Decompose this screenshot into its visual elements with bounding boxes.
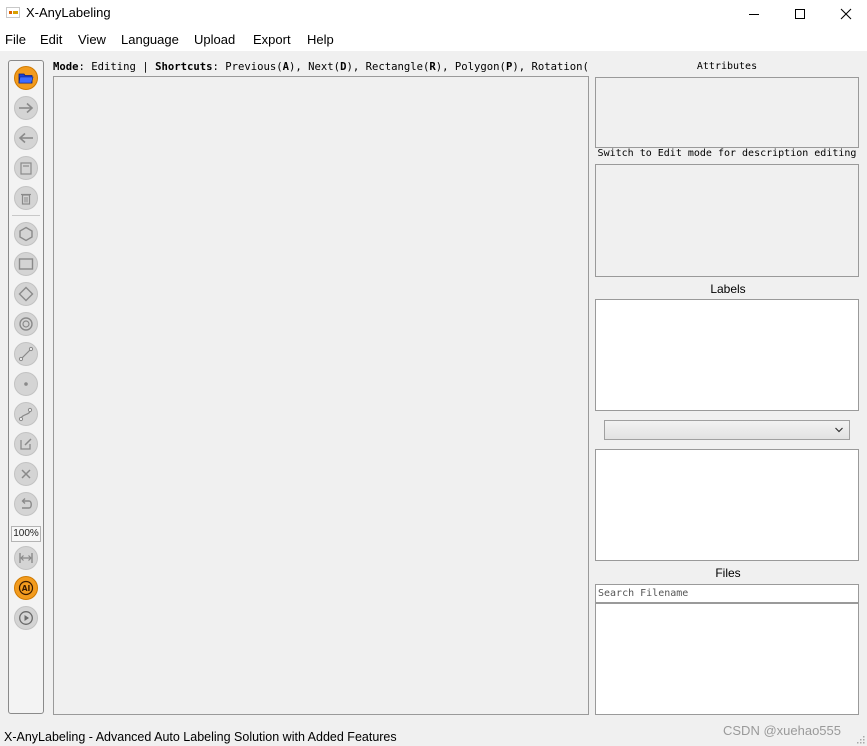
shortcut-text: ), Rotation( xyxy=(512,61,589,73)
save-icon xyxy=(20,161,32,175)
mode-value: : Editing | xyxy=(78,61,156,73)
menu-file[interactable]: File xyxy=(5,32,26,47)
window-title: X-AnyLabeling xyxy=(26,5,111,20)
auto-labeling-button[interactable]: AI xyxy=(14,576,38,600)
open-button[interactable] xyxy=(14,66,38,90)
next-image-button[interactable] xyxy=(14,96,38,120)
shortcut-text: ), Polygon( xyxy=(435,61,506,73)
linestrip-button[interactable] xyxy=(14,402,38,426)
chevron-down-icon xyxy=(835,427,843,433)
files-title: Files xyxy=(715,566,741,580)
menu-export[interactable]: Export xyxy=(253,32,291,47)
polygon-icon xyxy=(19,226,33,242)
linestrip-icon xyxy=(18,407,33,422)
label-filter-dropdown[interactable] xyxy=(604,420,850,440)
edit-icon xyxy=(20,438,32,450)
shape-list[interactable] xyxy=(595,449,859,561)
mode-status-bar: Mode: Editing | Shortcuts: Previous(A), … xyxy=(53,60,589,76)
maximize-button[interactable] xyxy=(777,0,823,27)
shortcuts-label: Shortcuts xyxy=(155,61,213,73)
watermark-text: CSDN @xuehao555 xyxy=(723,723,841,738)
shortcut-text: ), Rectangle( xyxy=(346,61,430,73)
file-list[interactable] xyxy=(595,603,859,715)
open-icon xyxy=(18,73,34,84)
labels-title: Labels xyxy=(710,282,746,296)
zoom-level-field[interactable]: 100% xyxy=(11,526,41,542)
shortcut-text: : Previous( xyxy=(212,61,283,73)
rotation-icon xyxy=(18,286,34,302)
labels-list[interactable] xyxy=(595,299,859,411)
shortcut-text: ), Next( xyxy=(289,61,341,73)
minimize-icon xyxy=(749,13,759,15)
search-filename-input[interactable] xyxy=(595,584,859,603)
next-image-icon xyxy=(19,102,34,114)
app-logo-icon xyxy=(6,7,20,18)
prev-image-icon xyxy=(18,132,33,144)
edit-button[interactable] xyxy=(14,432,38,456)
attributes-title: Attributes xyxy=(696,61,758,72)
menu-help[interactable]: Help xyxy=(307,32,334,47)
resize-grip-icon[interactable] xyxy=(855,734,865,744)
point-icon xyxy=(24,382,28,386)
delete-file-icon xyxy=(21,193,31,205)
delete-shape-button[interactable] xyxy=(14,462,38,486)
description-textbox[interactable] xyxy=(595,164,859,277)
menu-language[interactable]: Language xyxy=(121,32,179,47)
fit-width-icon xyxy=(19,553,33,563)
rectangle-icon xyxy=(18,258,34,270)
circle-icon xyxy=(19,317,33,331)
mode-label: Mode xyxy=(53,61,79,73)
status-bar-text: X-AnyLabeling - Advanced Auto Labeling S… xyxy=(4,730,397,744)
polygon-button[interactable] xyxy=(14,222,38,246)
fit-width-button[interactable] xyxy=(14,546,38,570)
toolbar-separator xyxy=(12,215,40,216)
tools-toolbar: 100% AI xyxy=(8,60,44,714)
point-button[interactable] xyxy=(14,372,38,396)
svg-text:AI: AI xyxy=(22,584,31,593)
menu-edit[interactable]: Edit xyxy=(40,32,62,47)
menu-upload[interactable]: Upload xyxy=(194,32,235,47)
line-button[interactable] xyxy=(14,342,38,366)
circle-button[interactable] xyxy=(14,312,38,336)
menu-bar: File Edit View Language Upload Export He… xyxy=(0,27,867,51)
description-hint: Switch to Edit mode for description edit… xyxy=(597,148,857,159)
prev-image-button[interactable] xyxy=(14,126,38,150)
minimize-button[interactable] xyxy=(731,0,777,27)
delete-file-button[interactable] xyxy=(14,186,38,210)
line-icon xyxy=(18,346,34,362)
title-bar: X-AnyLabeling xyxy=(0,0,867,27)
app-window: X-AnyLabeling File Edit View Language Up… xyxy=(0,0,867,746)
rectangle-button[interactable] xyxy=(14,252,38,276)
menu-view[interactable]: View xyxy=(78,32,106,47)
delete-shape-icon xyxy=(21,469,31,479)
close-button[interactable] xyxy=(823,0,867,27)
rotation-button[interactable] xyxy=(14,282,38,306)
run-button[interactable] xyxy=(14,606,38,630)
close-icon xyxy=(840,8,852,19)
save-button[interactable] xyxy=(14,156,38,180)
run-icon xyxy=(19,611,33,625)
undo-button[interactable] xyxy=(14,492,38,516)
attributes-panel[interactable] xyxy=(595,77,859,148)
maximize-icon xyxy=(795,8,805,19)
ai-icon: AI xyxy=(18,580,34,596)
undo-icon xyxy=(21,498,32,509)
image-canvas[interactable] xyxy=(53,76,589,715)
